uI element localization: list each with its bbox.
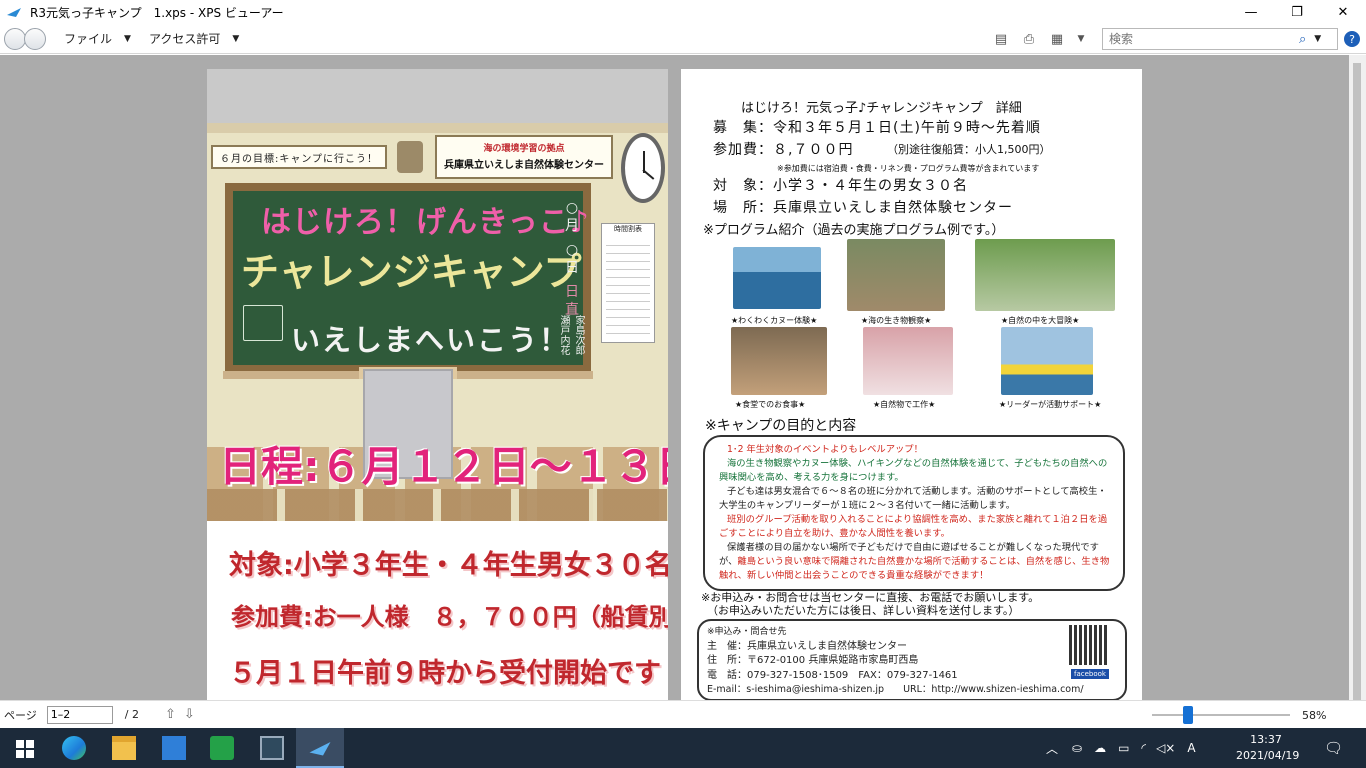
meal-photo [731, 327, 827, 395]
duty-names: 瀬戸内花 家島次郎 [558, 315, 584, 355]
center-sign: 海の環境学習の拠点 兵庫県立いえしま自然体験センター [435, 135, 613, 179]
recruit-line: 募 集：令和３年５月１日(土)午前９時～先着順 [713, 120, 1041, 136]
edge-icon[interactable] [62, 736, 86, 760]
zoom-level: 58% [1302, 709, 1327, 722]
purpose-heading: ※キャンプの目的と内容 [705, 418, 857, 434]
page-label: ページ [4, 708, 37, 722]
file-menu[interactable]: ファイル [64, 30, 112, 47]
access-menu[interactable]: アクセス許可 [149, 30, 220, 47]
photo-caption: ★食堂でのお食事★ [735, 400, 806, 409]
xps-viewer-icon [309, 742, 331, 756]
onedrive-icon[interactable]: ☁ [1094, 741, 1106, 755]
search-box[interactable]: ⌕ ▼ [1102, 28, 1338, 50]
back-button[interactable] [4, 27, 26, 50]
battery-icon[interactable]: ▭ [1118, 741, 1129, 755]
zoom-slider-thumb[interactable] [1183, 706, 1193, 724]
chevron-down-icon[interactable]: ▼ [1076, 31, 1086, 47]
detail-title: はじけろ！元気っ子♪チャレンジキャンプ 詳細 [741, 101, 1022, 116]
target-line: 対象:小学３年生・４年生男女３０名 [229, 550, 668, 581]
title-bar: R3元気っ子キャンプ 1.xps - XPS ビューアー — ❐ ✕ [0, 0, 1366, 24]
search-input[interactable] [1109, 32, 1299, 46]
usb-icon[interactable]: ⛀ [1072, 741, 1082, 755]
fee-line: 参加費：８,７００円 [713, 142, 854, 158]
fee-small-note: ※参加費には宿泊費・食費・リネン費・プログラム費等が含まれています [777, 164, 1040, 173]
outline-icon[interactable]: ▤ [992, 31, 1010, 47]
program-heading: ※プログラム紹介（過去の実施プログラム例です。） [703, 223, 1005, 238]
maximize-button[interactable]: ❐ [1274, 0, 1320, 24]
poster-title-1: はじけろ！げんきっこ♪ [261, 205, 590, 240]
photo-caption: ★わくわくカヌー体験★ [731, 316, 818, 325]
page-total: / 2 [124, 708, 139, 721]
ship-icon [243, 305, 283, 341]
print-icon[interactable]: ⎙ [1020, 31, 1038, 47]
vertical-scrollbar[interactable] [1349, 55, 1366, 703]
chevron-up-icon[interactable]: ︿ [1046, 740, 1058, 757]
xps-viewer-taskbar-item[interactable] [296, 728, 344, 768]
window-title: R3元気っ子キャンプ 1.xps - XPS ビューアー [30, 5, 284, 20]
leader-photo [1001, 327, 1093, 395]
forward-button[interactable] [24, 27, 46, 50]
page-2: はじけろ！元気っ子♪チャレンジキャンプ 詳細 募 集：令和３年５月１日(土)午前… [681, 69, 1142, 700]
contact-box: ※申込み・問合せ先 主 催：兵庫県立いえしま自然体験センター 住 所：〒672-… [697, 619, 1127, 700]
document-viewer: ６月の目標:キャンプに行こう！ 海の環境学習の拠点 兵庫県立いえしま自然体験セン… [0, 55, 1349, 700]
previous-page-icon[interactable]: ⇧ [165, 707, 184, 722]
photo-caption: ★自然の中を大冒険★ [1001, 316, 1080, 325]
volume-icon[interactable]: ◁× [1156, 741, 1175, 755]
wifi-icon[interactable]: ◜ [1141, 741, 1146, 755]
photo-caption: ★リーダーが活動サポート★ [999, 400, 1102, 409]
taskbar: ︿ ⛀ ☁ ▭ ◜ ◁× A 13:37 2021/04/19 🗨 [0, 728, 1366, 768]
sticky-app-icon[interactable] [210, 736, 234, 760]
minimize-button[interactable]: — [1228, 0, 1274, 24]
place-line: 場 所：兵庫県立いえしま自然体験センター [713, 200, 1013, 216]
facebook-label: facebook [1071, 669, 1109, 679]
mail-icon[interactable] [162, 736, 186, 760]
timetable: 時間割表 [601, 223, 655, 343]
next-page-icon[interactable]: ⇩ [184, 707, 203, 722]
target-line: 対 象：小学３・４年生の男女３０名 [713, 178, 968, 194]
contact-note: ※お申込み・お問合せは当センターに直接、お電話でお願いします。 （お申込みいただ… [701, 591, 1040, 617]
canoe-photo [733, 247, 821, 309]
sea-creatures-photo [847, 239, 945, 311]
toolbar: ファイル ▼ アクセス許可 ▼ ▤ ⎙ ▦ ▼ ⌕ ▼ ? [0, 24, 1366, 54]
xps-viewer-app-icon [7, 8, 21, 17]
help-icon[interactable]: ? [1344, 31, 1360, 47]
chevron-down-icon[interactable]: ▼ [1314, 34, 1321, 44]
speaker-icon [397, 141, 423, 173]
scrollbar-thumb[interactable] [1353, 63, 1361, 703]
clock-icon [621, 133, 665, 203]
app-icon[interactable] [260, 736, 284, 760]
craft-photo [863, 327, 953, 395]
date-column: ○月 ○日 日直 [565, 200, 579, 318]
qr-code-icon [1069, 625, 1109, 665]
search-icon[interactable]: ⌕ [1299, 32, 1306, 47]
classroom-illustration: ６月の目標:キャンプに行こう！ 海の環境学習の拠点 兵庫県立いえしま自然体験セン… [207, 69, 668, 521]
purpose-box: 1･2 年生対象のイベントよりもレベルアップ！ 海の生き物観察やカヌー体験、ハイ… [703, 435, 1125, 591]
schedule-text: 日程:６月１２日～１３日 [219, 442, 668, 491]
goal-sign: ６月の目標:キャンプに行こう！ [211, 145, 387, 169]
page-view-icon[interactable]: ▦ [1048, 31, 1066, 47]
zoom-slider-track[interactable] [1152, 714, 1290, 716]
fee-note: （別途往復船賃：小人1,500円） [887, 143, 1051, 156]
status-bar: ページ / 2 ⇧⇩ 58% [0, 700, 1366, 728]
page-1: ６月の目標:キャンプに行こう！ 海の環境学習の拠点 兵庫県立いえしま自然体験セン… [207, 69, 668, 700]
nature-photo [975, 239, 1115, 311]
poster-title-3: いえしまへいこう！ [291, 323, 571, 357]
start-line: ５月１日午前９時から受付開始です [229, 658, 661, 689]
poster-title-2: チャレンジキャンプ [241, 250, 582, 294]
photo-caption: ★自然物で工作★ [873, 400, 936, 409]
chevron-down-icon[interactable]: ▼ [232, 34, 239, 44]
chevron-down-icon[interactable]: ▼ [124, 34, 131, 44]
photo-caption: ★海の生き物観察★ [861, 316, 932, 325]
fee-line: 参加費:お一人様 ８，７００円（船賃別） [231, 603, 668, 631]
system-clock[interactable]: 13:37 2021/04/19 [1236, 732, 1299, 764]
notification-icon[interactable]: 🗨 [1324, 739, 1343, 757]
start-icon[interactable] [14, 736, 38, 760]
ime-icon[interactable]: A [1187, 741, 1195, 755]
close-button[interactable]: ✕ [1320, 0, 1366, 24]
file-explorer-icon[interactable] [112, 736, 136, 760]
page-number-input[interactable] [46, 705, 113, 724]
